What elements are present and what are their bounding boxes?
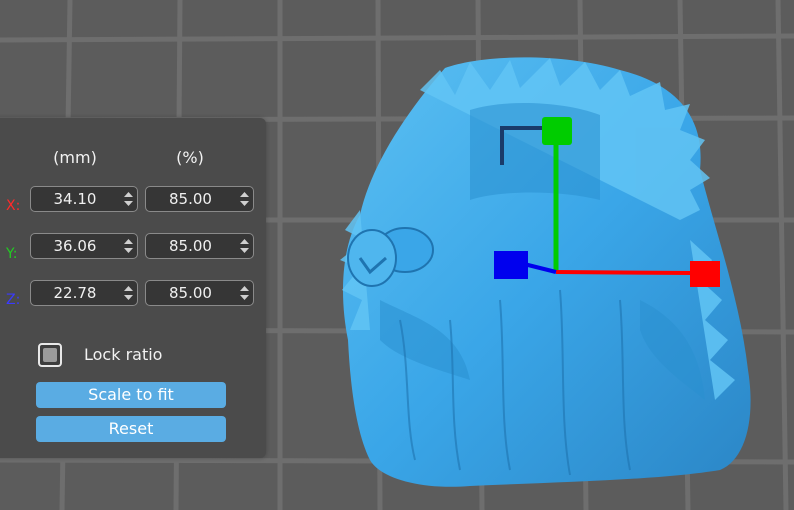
y-percent-input[interactable]: 85.00 bbox=[145, 233, 254, 259]
spinner-arrows-icon[interactable] bbox=[240, 286, 249, 300]
spinner-arrows-icon[interactable] bbox=[240, 239, 249, 253]
reset-button[interactable]: Reset bbox=[36, 416, 226, 442]
lock-ratio-label: Lock ratio bbox=[84, 345, 163, 364]
y-percent-value: 85.00 bbox=[169, 237, 212, 255]
y-mm-input[interactable]: 36.06 bbox=[30, 233, 138, 259]
z-mm-input[interactable]: 22.78 bbox=[30, 280, 138, 306]
axis-label-x: X: bbox=[6, 198, 21, 214]
z-percent-value: 85.00 bbox=[169, 284, 212, 302]
scale-panel: (mm) (%) X: 34.10 85.00 Y: 36.06 85.00 Z… bbox=[0, 118, 266, 458]
axis-label-y: Y: bbox=[6, 246, 18, 262]
checkbox-indicator bbox=[43, 348, 57, 362]
x-percent-input[interactable]: 85.00 bbox=[145, 186, 254, 212]
spinner-arrows-icon[interactable] bbox=[124, 239, 133, 253]
z-percent-input[interactable]: 85.00 bbox=[145, 280, 254, 306]
axis-label-z: Z: bbox=[6, 292, 21, 308]
y-mm-value: 36.06 bbox=[53, 237, 97, 255]
lock-ratio-checkbox[interactable] bbox=[38, 343, 62, 367]
spinner-arrows-icon[interactable] bbox=[124, 192, 133, 206]
column-header-percent: (%) bbox=[176, 148, 204, 167]
column-header-mm: (mm) bbox=[53, 148, 97, 167]
spinner-arrows-icon[interactable] bbox=[124, 286, 133, 300]
x-mm-value: 34.10 bbox=[53, 190, 97, 208]
spinner-arrows-icon[interactable] bbox=[240, 192, 249, 206]
z-mm-value: 22.78 bbox=[53, 284, 97, 302]
x-mm-input[interactable]: 34.10 bbox=[30, 186, 138, 212]
x-percent-value: 85.00 bbox=[169, 190, 212, 208]
scale-to-fit-button[interactable]: Scale to fit bbox=[36, 382, 226, 408]
